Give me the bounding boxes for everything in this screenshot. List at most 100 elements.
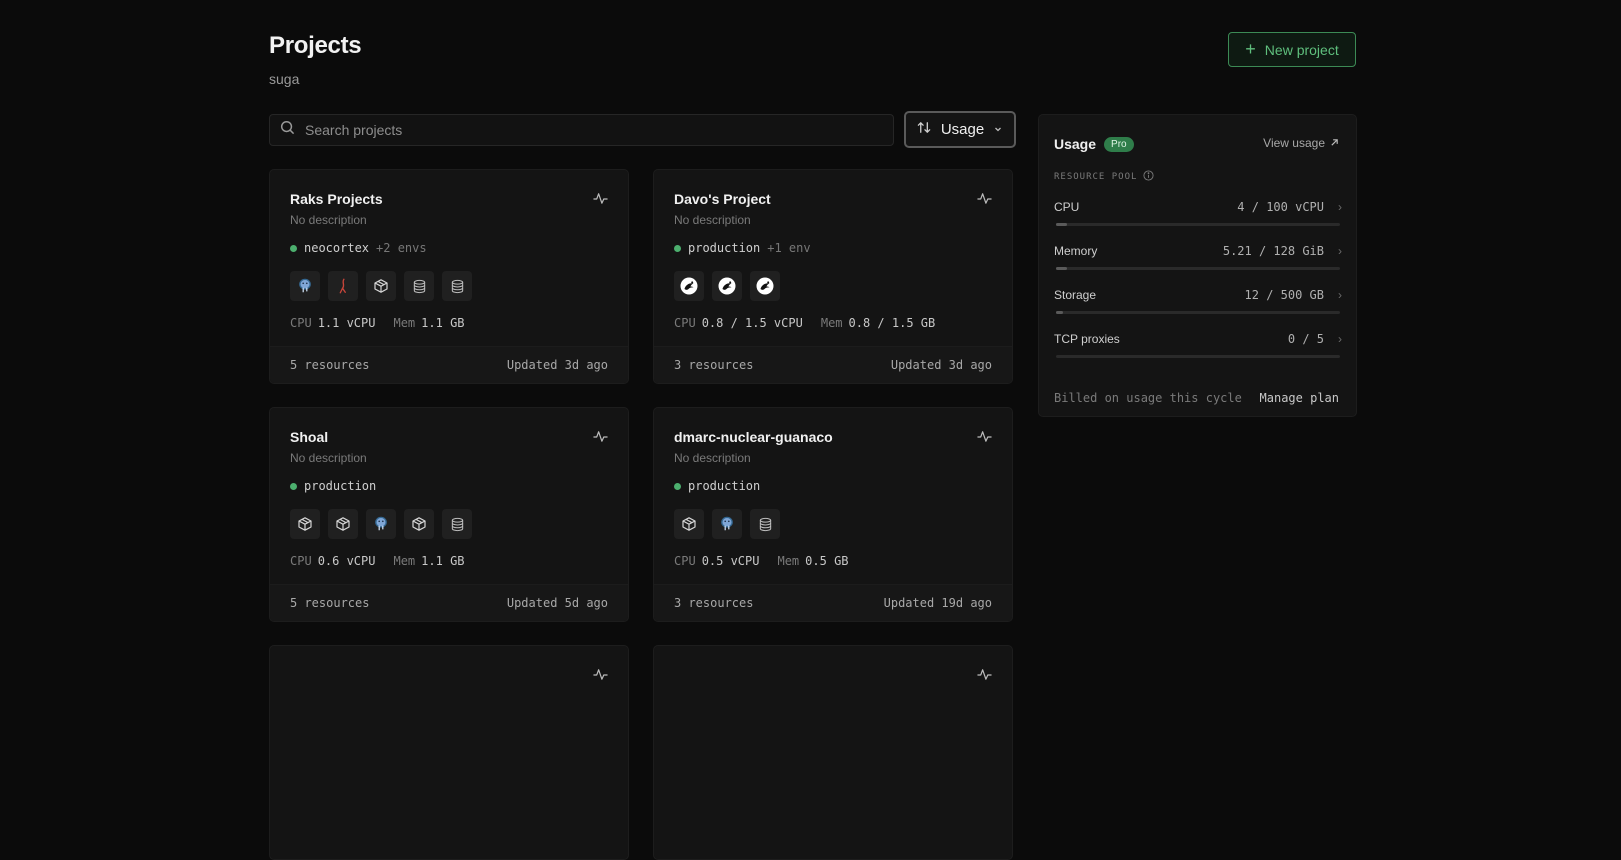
usage-row-value: 5.21 / 128 GiB [1222,244,1324,258]
project-card[interactable]: Raks Projects No description neocortex +… [269,169,629,384]
usage-row-value: 12 / 500 GB [1244,288,1324,302]
project-card[interactable]: Shoal No description production CPU 0.6 v… [269,407,629,622]
arrow-up-right-icon [1330,136,1339,150]
usage-title: Usage Pro [1054,136,1134,152]
mem-value: 0.5 GB [805,554,849,568]
resource-pool-label: RESOURCE POOL [1054,172,1138,182]
resource-count: 3 resources [674,358,754,372]
cpu-label: CPU [674,316,696,330]
project-description: No description [674,451,751,465]
cpu-label: CPU [674,554,696,568]
activity-icon[interactable] [977,667,992,687]
usage-progress-fill [1056,267,1068,270]
cpu-value: 1.1 vCPU [317,316,376,330]
cube-icon[interactable] [404,509,434,539]
project-name[interactable]: Shoal [290,429,328,445]
updated-time: Updated 3d ago [506,358,608,372]
database-icon[interactable] [442,271,472,301]
project-name[interactable]: Raks Projects [290,191,383,207]
search-input[interactable] [303,121,867,139]
project-description: No description [290,451,367,465]
usage-progress-track [1056,355,1340,358]
chevron-right-icon: › [1338,200,1342,214]
mem-value: 0.8 / 1.5 GB [848,316,936,330]
chevron-right-icon: › [1338,332,1342,346]
resource-count: 5 resources [290,358,370,372]
cube-icon[interactable] [674,509,704,539]
project-card[interactable]: dmarc-nuclear-guanaco No description pro… [653,407,1013,622]
page-title: Projects [269,32,362,59]
postgres-icon[interactable] [366,509,396,539]
usage-progress-track [1056,267,1340,270]
activity-icon[interactable] [977,191,992,211]
manage-plan-link[interactable]: Manage plan [1260,391,1339,405]
environment-name: neocortex [304,241,370,255]
card-footer: 5 resources Updated 3d ago [270,346,628,383]
cpu-value: 0.5 vCPU [701,554,760,568]
database-icon[interactable] [404,271,434,301]
status-dot [290,482,297,490]
cube-icon[interactable] [328,509,358,539]
project-card[interactable] [653,645,1013,860]
database-icon[interactable] [442,509,472,539]
mem-label: Mem [777,554,800,568]
app-icon[interactable] [712,271,742,301]
app-icon[interactable] [674,271,704,301]
usage-progress-fill [1056,223,1068,226]
usage-progress-track [1056,311,1340,314]
project-card[interactable] [269,645,629,860]
usage-row-label: TCP proxies [1054,332,1120,346]
mem-value: 1.1 GB [421,316,465,330]
usage-progress-fill [1056,311,1063,314]
postgres-icon[interactable] [290,271,320,301]
plus-icon: + [1245,38,1256,59]
activity-icon[interactable] [977,429,992,449]
resource-pool-heading: RESOURCE POOL [1054,170,1154,184]
activity-icon[interactable] [593,191,608,211]
activity-icon[interactable] [593,667,608,687]
cube-icon[interactable] [290,509,320,539]
new-project-button[interactable]: + New project [1228,32,1356,67]
resource-stats: CPU 1.1 vCPU Mem 1.1 GB [290,316,465,330]
plan-badge: Pro [1104,136,1134,152]
view-usage-label: View usage [1263,136,1325,150]
updated-time: Updated 19d ago [883,596,992,610]
info-icon[interactable] [1143,170,1154,184]
environment-status: production [674,479,767,493]
project-name[interactable]: dmarc-nuclear-guanaco [674,429,833,445]
mem-value: 1.1 GB [421,554,465,568]
project-name[interactable]: Davo's Project [674,191,771,207]
cpu-value: 0.6 vCPU [317,554,376,568]
environment-status: production +1 env [674,241,811,255]
service-icons [290,271,472,301]
activity-icon[interactable] [593,429,608,449]
chevron-down-icon [993,121,1003,138]
workspace-name: suga [269,71,300,87]
card-footer: 3 resources Updated 19d ago [654,584,1012,621]
resource-count: 3 resources [674,596,754,610]
database-icon[interactable] [750,509,780,539]
environment-extra: +2 envs [376,241,427,255]
resource-count: 5 resources [290,596,370,610]
app-icon[interactable] [750,271,780,301]
usage-title-text: Usage [1054,136,1097,152]
view-usage-link[interactable]: View usage [1263,136,1339,150]
resource-stats: CPU 0.5 vCPU Mem 0.5 GB [674,554,849,568]
sort-label: Usage [940,121,985,138]
sort-button[interactable]: Usage [904,111,1016,148]
usage-row-value: 0 / 5 [1287,332,1324,346]
cpu-label: CPU [290,554,312,568]
usage-row-label: Memory [1054,244,1098,258]
usage-panel: Usage Pro View usage RESOURCE POOL CPU 4… [1038,114,1357,417]
redis-icon[interactable] [328,271,358,301]
sort-arrows-icon [917,120,932,139]
environment-status: production [290,479,383,493]
environment-status: neocortex +2 envs [290,241,427,255]
usage-row-label: Storage [1054,288,1097,302]
environment-name: production [304,479,377,493]
project-card[interactable]: Davo's Project No description production… [653,169,1013,384]
cube-icon[interactable] [366,271,396,301]
postgres-icon[interactable] [712,509,742,539]
project-description: No description [290,213,367,227]
chevron-right-icon: › [1338,244,1342,258]
